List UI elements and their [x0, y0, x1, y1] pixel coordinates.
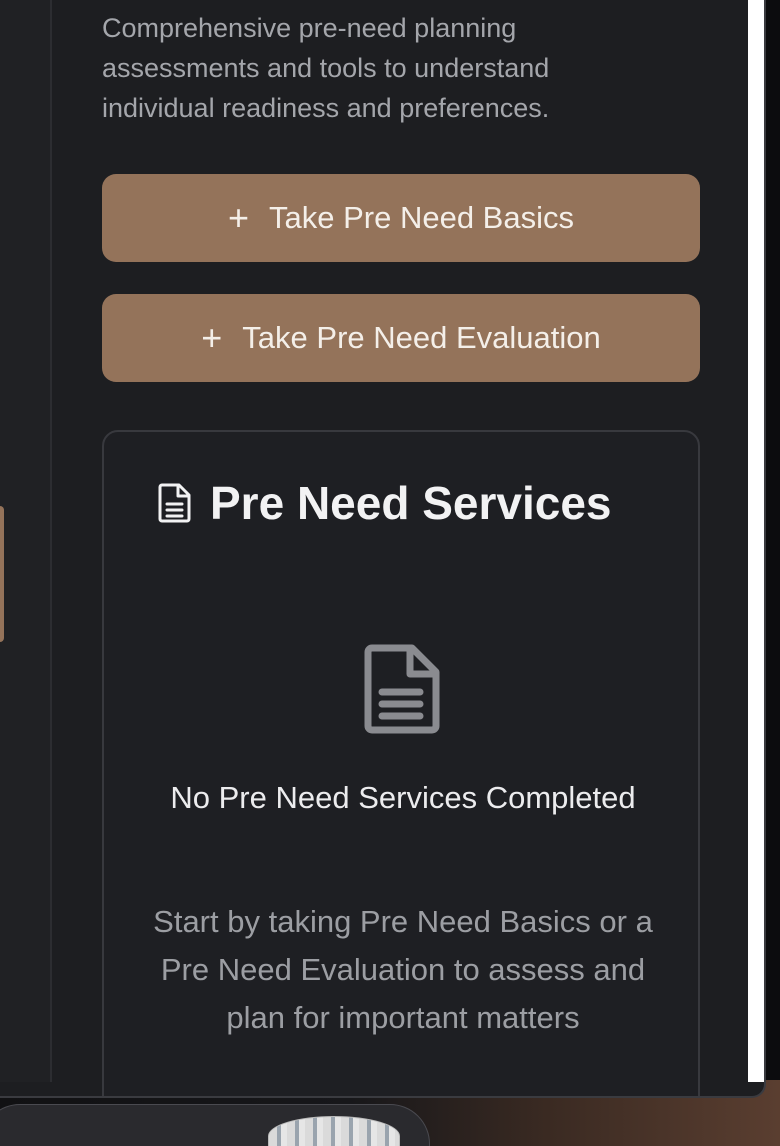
card-title: Pre Need Services	[210, 477, 612, 529]
empty-state-description: Start by taking Pre Need Basics or a Pre…	[153, 904, 653, 1035]
left-panel-active-indicator	[0, 506, 4, 642]
pre-need-services-card: Pre Need Services No Pre Need Services C…	[102, 430, 700, 1096]
scrollbar[interactable]	[748, 0, 764, 1082]
plus-icon: +	[227, 197, 250, 238]
empty-state-title: No Pre Need Services Completed	[170, 780, 636, 815]
take-pre-need-evaluation-button[interactable]: + Take Pre Need Evaluation	[102, 294, 700, 382]
document-icon	[158, 483, 192, 523]
screen: Comprehensive pre-need planning assessme…	[0, 0, 780, 1146]
take-pre-need-basics-button[interactable]: + Take Pre Need Basics	[102, 174, 700, 262]
take-pre-need-basics-label: Take Pre Need Basics	[269, 200, 574, 235]
plus-icon: +	[201, 317, 223, 358]
document-icon	[364, 644, 440, 739]
section-description: Comprehensive pre-need planning assessme…	[102, 13, 550, 123]
take-pre-need-evaluation-label: Take Pre Need Evaluation	[242, 320, 601, 355]
card-header: Pre Need Services	[158, 476, 612, 530]
app-window: Comprehensive pre-need planning assessme…	[0, 0, 766, 1098]
left-panel	[0, 0, 52, 1082]
